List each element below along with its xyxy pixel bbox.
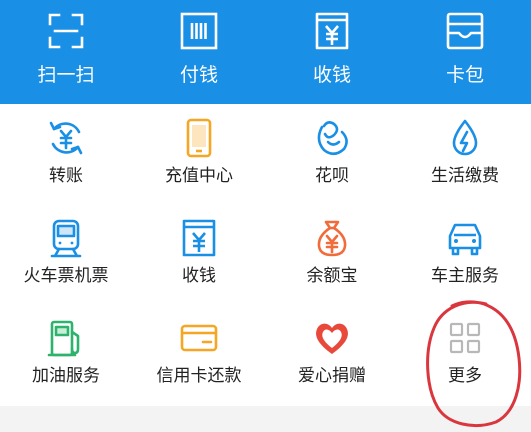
services-grid: 转账 充值中心 花呗 生活缴费 火车票机票 收钱 余额宝 车主服务 加油服务 信… (0, 104, 531, 406)
fuel-icon (46, 318, 86, 358)
receive-button[interactable]: 收钱 (266, 0, 398, 104)
card-wallet-label: 卡包 (445, 64, 484, 86)
grid-item-label: 充值中心 (165, 166, 233, 186)
grid-item-label: 加油服务 (32, 366, 100, 386)
credit-card-icon (179, 318, 219, 358)
grid-item-label: 车主服务 (431, 266, 499, 286)
receive-label: 收钱 (312, 64, 351, 86)
grid-item-label: 火车票机票 (23, 266, 109, 286)
pay-button[interactable]: 付钱 (133, 0, 265, 104)
more-grid-icon (445, 318, 485, 358)
huabei-icon (312, 118, 352, 158)
grid-item-huabei[interactable]: 花呗 (266, 104, 398, 204)
grid-item-fuel[interactable]: 加油服务 (0, 304, 132, 404)
grid-item-transfer[interactable]: 转账 (0, 104, 132, 204)
donation-heart-icon (312, 318, 352, 358)
receive-money-icon (315, 12, 349, 50)
grid-item-train-ticket[interactable]: 火车票机票 (0, 204, 132, 304)
grid-item-utility[interactable]: 生活缴费 (399, 104, 531, 204)
grid-item-yuebao[interactable]: 余额宝 (266, 204, 398, 304)
pay-code-icon (180, 12, 218, 50)
grid-item-label: 更多 (448, 366, 482, 386)
grid-item-donation[interactable]: 爱心捐赠 (266, 304, 398, 404)
yuebao-icon (312, 218, 352, 258)
car-service-icon (445, 218, 485, 258)
grid-item-label: 爱心捐赠 (298, 366, 366, 386)
grid-item-credit-card[interactable]: 信用卡还款 (133, 304, 265, 404)
grid-item-receive[interactable]: 收钱 (133, 204, 265, 304)
grid-item-label: 信用卡还款 (156, 366, 242, 386)
phone-recharge-icon (179, 118, 219, 158)
grid-item-label: 花呗 (315, 166, 349, 186)
grid-item-recharge[interactable]: 充值中心 (133, 104, 265, 204)
scan-label: 扫一扫 (37, 64, 95, 86)
top-action-bar: 扫一扫 付钱 收钱 卡包 (0, 0, 531, 104)
pay-label: 付钱 (179, 64, 218, 86)
card-wallet-button[interactable]: 卡包 (399, 0, 531, 104)
utility-payment-icon (445, 118, 485, 158)
grid-item-label: 转账 (49, 166, 83, 186)
grid-item-car-service[interactable]: 车主服务 (399, 204, 531, 304)
scan-button[interactable]: 扫一扫 (0, 0, 132, 104)
grid-item-label: 余额宝 (306, 266, 358, 286)
train-ticket-icon (46, 218, 86, 258)
grid-item-label: 生活缴费 (431, 166, 499, 186)
grid-item-label: 收钱 (182, 266, 216, 286)
card-wallet-icon (446, 12, 484, 50)
section-divider (0, 406, 531, 432)
scan-icon (48, 13, 84, 49)
grid-item-more[interactable]: 更多 (399, 304, 531, 404)
transfer-icon (46, 118, 86, 158)
receive-money-icon (179, 218, 219, 258)
